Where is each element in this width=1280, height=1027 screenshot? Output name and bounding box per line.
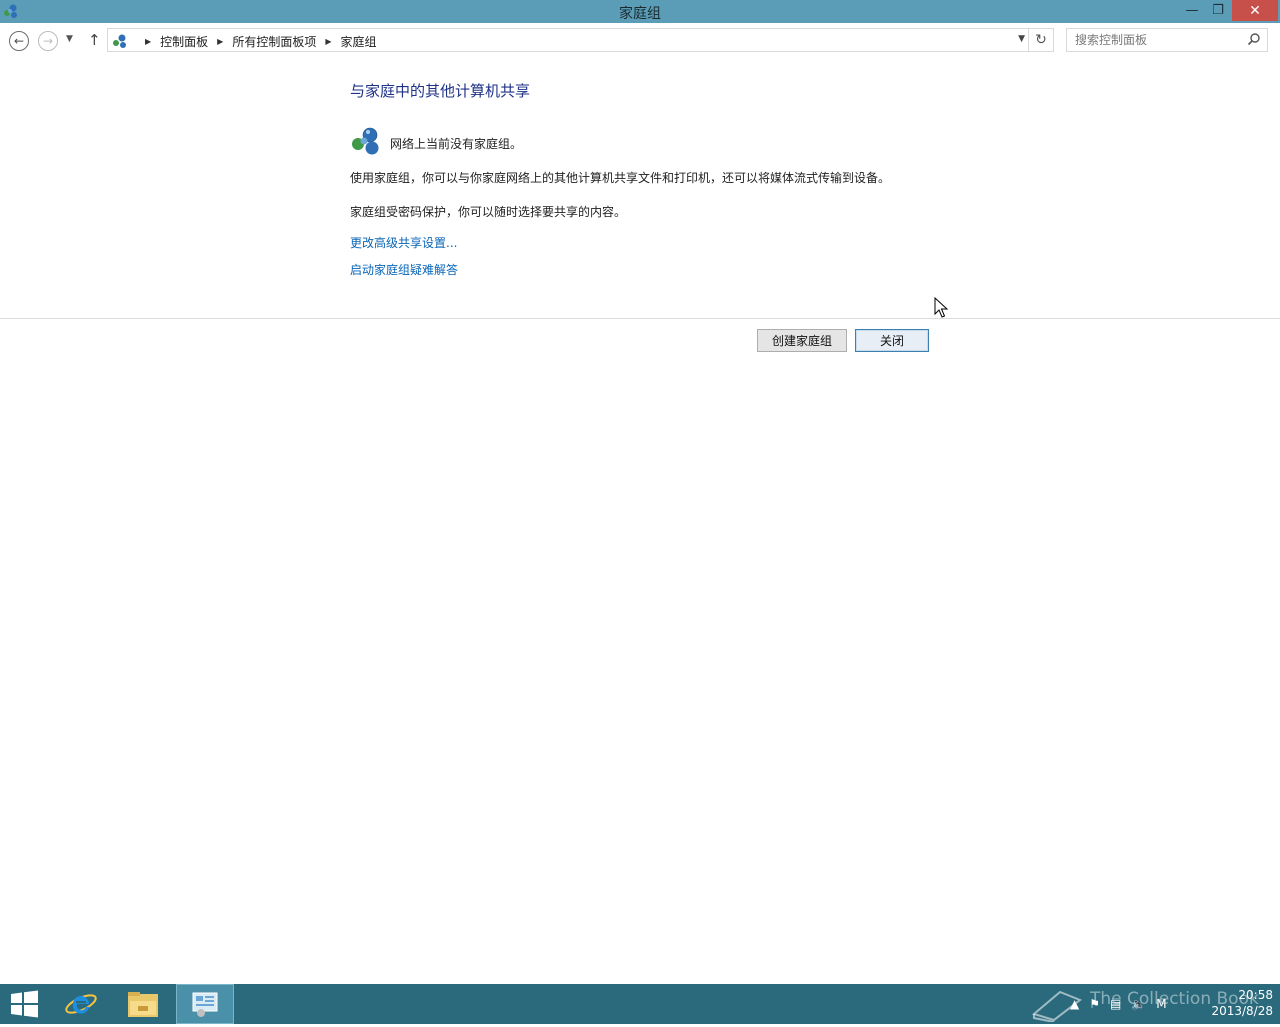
refresh-icon[interactable]: ↻ xyxy=(1029,28,1054,52)
protection-text: 家庭组受密码保护，你可以随时选择要共享的内容。 xyxy=(350,205,627,219)
breadcrumb-homegroup[interactable]: 家庭组 xyxy=(341,33,377,50)
up-arrow-icon[interactable]: ↑ xyxy=(88,31,101,49)
status-text: 网络上当前没有家庭组。 xyxy=(390,137,523,151)
file-explorer-icon[interactable] xyxy=(114,984,172,1024)
breadcrumb-separator-icon[interactable]: ▶ xyxy=(217,37,223,46)
window-title: 家庭组 xyxy=(619,6,661,22)
forward-arrow-icon[interactable]: → xyxy=(38,31,58,51)
internet-explorer-logo-icon xyxy=(65,994,97,1014)
search-input[interactable] xyxy=(1067,29,1242,51)
start-icon[interactable] xyxy=(10,990,39,1018)
create-homegroup-button[interactable]: 创建家庭组 xyxy=(757,329,847,352)
taskbar: ▲ ⚑ ▤ 🔈 M xyxy=(0,984,1280,1024)
divider xyxy=(0,318,1280,319)
minimize-icon[interactable]: — xyxy=(1180,0,1204,21)
page-title: 与家庭中的其他计算机共享 xyxy=(350,82,531,100)
advanced-sharing-link[interactable]: 更改高级共享设置... xyxy=(350,234,457,251)
control-panel-icon[interactable] xyxy=(176,984,234,1024)
back-arrow-icon[interactable]: ← xyxy=(9,31,29,51)
search-icon[interactable] xyxy=(1247,32,1261,46)
troubleshoot-link[interactable]: 启动家庭组疑难解答 xyxy=(350,261,458,278)
folder-icon xyxy=(128,992,158,1017)
breadcrumb-control-panel[interactable]: 控制面板 xyxy=(160,33,208,50)
homegroup-icon xyxy=(352,127,379,155)
search-box[interactable] xyxy=(1066,28,1268,52)
restore-icon[interactable]: ❐ xyxy=(1206,0,1230,21)
breadcrumb-separator-icon[interactable]: ▶ xyxy=(325,37,331,46)
clock-time: 20:58 xyxy=(1238,988,1273,1002)
internet-explorer-icon[interactable] xyxy=(52,984,110,1024)
recent-locations-chevron-icon[interactable]: ▼ xyxy=(66,34,73,44)
book-watermark-icon xyxy=(1031,990,1083,1023)
clock[interactable]: 20:58 2013/8/28 xyxy=(1198,987,1273,1019)
breadcrumb-separator-icon[interactable]: ▶ xyxy=(145,37,151,46)
breadcrumb: ▶ 控制面板 ▶ 所有控制面板项 ▶ 家庭组 xyxy=(136,33,377,50)
close-button[interactable]: 关闭 xyxy=(855,329,929,352)
breadcrumb-all-items[interactable]: 所有控制面板项 xyxy=(232,33,316,50)
clock-date: 2013/8/28 xyxy=(1211,1004,1273,1018)
address-dropdown-icon[interactable]: ▼ xyxy=(1018,34,1025,44)
mouse-cursor-icon xyxy=(934,297,948,318)
control-panel-globe-icon xyxy=(113,34,126,48)
description-text: 使用家庭组，你可以与你家庭网络上的其他计算机共享文件和打印机，还可以将媒体流式传… xyxy=(350,171,891,185)
watermark: The Collection Book xyxy=(1030,986,1259,1027)
control-panel-logo-icon xyxy=(192,992,218,1017)
title-bar: 家庭组 — ❐ ✕ xyxy=(0,0,1280,23)
address-bar[interactable]: ▶ 控制面板 ▶ 所有控制面板项 ▶ 家庭组 ▼ xyxy=(107,28,1029,52)
close-icon[interactable]: ✕ xyxy=(1232,0,1278,21)
